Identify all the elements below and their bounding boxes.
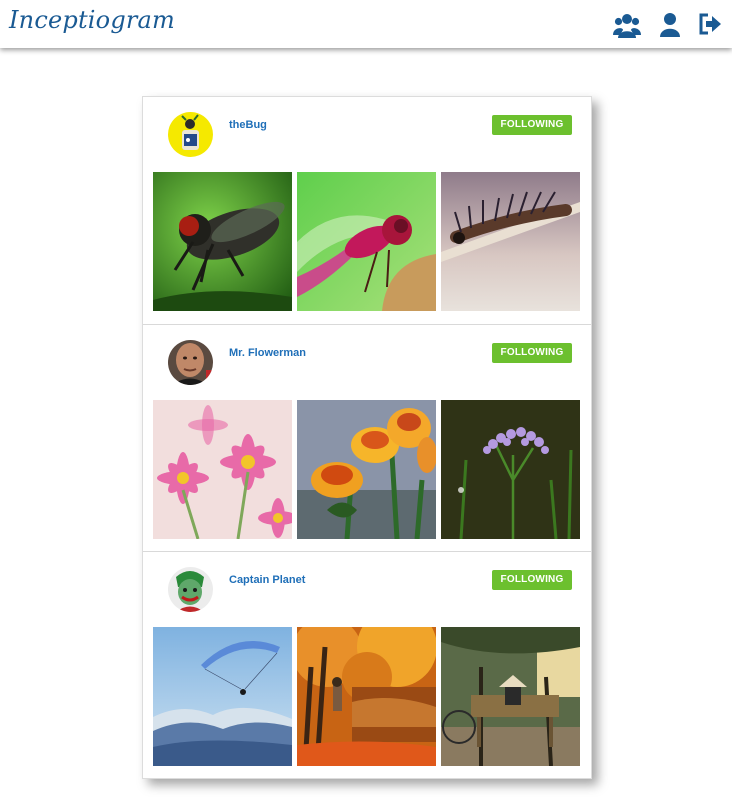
avatar[interactable]: [168, 340, 213, 385]
pink-daisies-photo[interactable]: [153, 400, 292, 539]
user-icon[interactable]: [660, 13, 680, 37]
username-link[interactable]: Captain Planet: [229, 574, 305, 586]
username-link[interactable]: theBug: [229, 119, 267, 131]
username-link[interactable]: Mr. Flowerman: [229, 347, 306, 359]
dragonfly-photo[interactable]: [297, 172, 436, 311]
top-navbar: Inceptiogram: [0, 0, 732, 48]
caterpillar-photo[interactable]: [441, 172, 580, 311]
following-button[interactable]: FOLLOWING: [492, 115, 572, 135]
purple-wildflower-photo[interactable]: [441, 400, 580, 539]
feed-card: theBug FOLLOWING Mr. Flowerman FOLLOWING…: [142, 96, 592, 779]
paraglider-photo[interactable]: [153, 627, 292, 766]
sign-out-icon[interactable]: [699, 13, 722, 35]
avatar[interactable]: [168, 567, 213, 612]
following-button[interactable]: FOLLOWING: [492, 343, 572, 363]
fly-photo[interactable]: [153, 172, 292, 311]
photo-row: [153, 400, 581, 539]
autumn-park-photo[interactable]: [297, 627, 436, 766]
photo-row: [153, 627, 581, 766]
app-logo[interactable]: Inceptiogram: [9, 6, 175, 34]
post-mr-flowerman: Mr. Flowerman FOLLOWING: [143, 324, 591, 552]
post-captain-planet: Captain Planet FOLLOWING: [143, 551, 591, 778]
post-thebug: theBug FOLLOWING: [143, 97, 591, 324]
orange-roses-photo[interactable]: [297, 400, 436, 539]
users-icon[interactable]: [613, 13, 641, 39]
avatar[interactable]: [168, 112, 213, 157]
following-button[interactable]: FOLLOWING: [492, 570, 572, 590]
bench-photo[interactable]: [441, 627, 580, 766]
photo-row: [153, 172, 581, 311]
